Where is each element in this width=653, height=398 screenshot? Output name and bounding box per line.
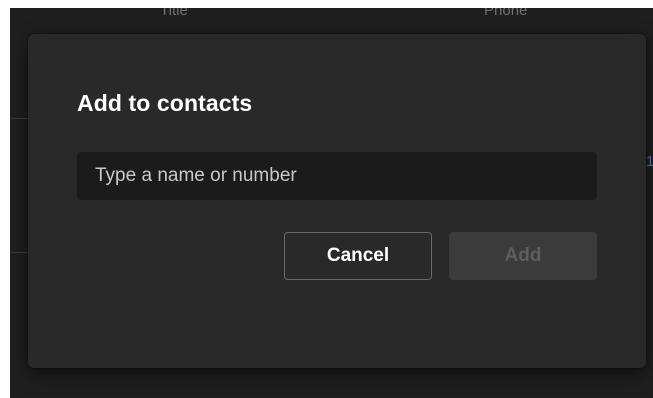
app-window: Title Phone 1 Add to contacts Cancel Add: [10, 8, 653, 398]
background-row-text: 1: [646, 153, 653, 170]
column-header-phone: Phone: [484, 8, 528, 19]
background-divider: [10, 118, 28, 119]
add-button[interactable]: Add: [449, 232, 597, 280]
dialog-title: Add to contacts: [77, 90, 253, 116]
background-divider: [10, 252, 28, 253]
contact-search-field[interactable]: [77, 152, 597, 200]
cancel-button[interactable]: Cancel: [284, 232, 432, 280]
column-header-title: Title: [160, 8, 188, 19]
add-to-contacts-dialog: Add to contacts Cancel Add: [28, 34, 646, 368]
contact-search-input[interactable]: [77, 152, 597, 200]
background-table-header: Title Phone: [10, 8, 653, 22]
